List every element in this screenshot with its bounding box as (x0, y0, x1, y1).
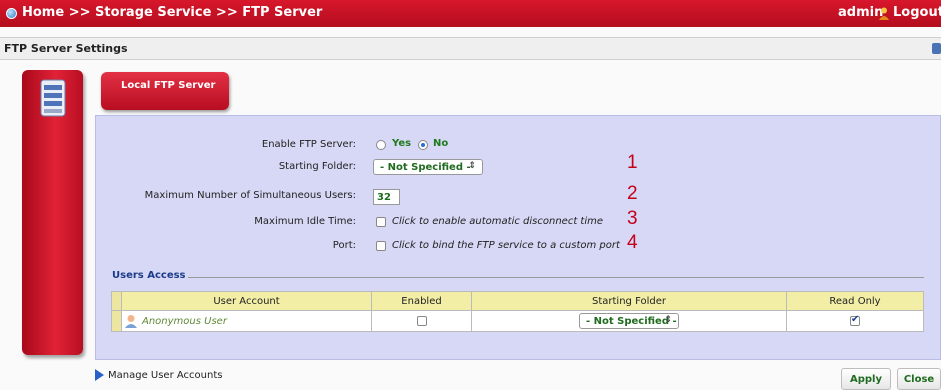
port-hint: Click to bind the FTP service to a custo… (392, 240, 620, 251)
table-header-row: User Account Enabled Starting Folder Rea… (111, 291, 924, 311)
starting-folder-select[interactable]: - Not Specified - ⇕ (373, 159, 483, 175)
users-table: User Account Enabled Starting Folder Rea… (111, 291, 924, 332)
section-bar: FTP Server Settings (0, 37, 941, 60)
close-button[interactable]: Close (897, 368, 941, 390)
select-arrows-icon: ⇕ (664, 315, 672, 325)
globe-icon (6, 8, 17, 19)
users-access-legend: Users Access (112, 270, 186, 281)
server-icon (40, 79, 66, 117)
play-arrow-icon (95, 369, 104, 381)
enabled-cell (371, 310, 472, 332)
apply-button[interactable]: Apply (841, 368, 891, 390)
column-header-user-account[interactable]: User Account (121, 291, 372, 311)
row-gripper (111, 291, 122, 311)
user-account-name: Anonymous User (142, 316, 227, 327)
user-icon (879, 7, 889, 20)
enable-yes-radio[interactable] (376, 140, 386, 150)
person-icon (125, 315, 137, 328)
max-users-input[interactable]: 32 (373, 189, 400, 205)
column-header-starting-folder[interactable]: Starting Folder (471, 291, 787, 311)
fieldset-line (188, 277, 924, 278)
enable-yes-label: Yes (392, 138, 412, 149)
port-checkbox[interactable] (376, 241, 386, 251)
manage-user-accounts-link[interactable]: Manage User Accounts (95, 369, 222, 381)
select-arrows-icon: ⇕ (468, 161, 476, 171)
starting-folder-cell: - Not Specified - ⇕ (471, 310, 787, 332)
breadcrumb[interactable]: Home >> Storage Service >> FTP Server (22, 5, 322, 20)
callout-1: 1 (627, 152, 638, 173)
row-gripper (111, 310, 122, 332)
page-title: FTP Server Settings (4, 42, 128, 55)
logout-link[interactable]: Logout (893, 5, 941, 20)
enable-ftp-label: Enable FTP Server: (261, 139, 356, 150)
callout-3: 3 (627, 208, 638, 229)
read-only-checkbox[interactable] (850, 314, 860, 326)
tab-label: Local FTP Server (121, 80, 216, 91)
read-only-cell (786, 310, 924, 332)
callout-4: 4 (627, 232, 638, 253)
table-row: Anonymous User - Not Specified - ⇕ (111, 310, 924, 332)
manage-label: Manage User Accounts (108, 370, 223, 381)
starting-folder-value: - Not Specified - (380, 162, 471, 173)
idle-time-label: Maximum Idle Time: (254, 216, 356, 227)
user-account-cell[interactable]: Anonymous User (121, 310, 372, 332)
top-bar: Home >> Storage Service >> FTP Server ad… (0, 0, 941, 27)
tab-local-ftp-server[interactable]: Local FTP Server (101, 72, 229, 110)
port-label: Port: (332, 240, 356, 251)
idle-time-hint: Click to enable automatic disconnect tim… (392, 216, 604, 227)
column-header-read-only[interactable]: Read Only (786, 291, 924, 311)
help-icon[interactable] (932, 43, 941, 54)
row-starting-folder-select[interactable]: - Not Specified - ⇕ (579, 313, 679, 329)
left-category-tab (22, 70, 83, 355)
row-starting-folder-value: - Not Specified - (586, 316, 677, 327)
starting-folder-label: Starting Folder: (278, 161, 356, 172)
enabled-checkbox[interactable] (416, 315, 427, 326)
callout-2: 2 (627, 183, 638, 204)
idle-time-checkbox[interactable] (376, 217, 386, 227)
column-header-enabled[interactable]: Enabled (371, 291, 472, 311)
enable-no-label: No (433, 138, 449, 149)
max-users-label: Maximum Number of Simultaneous Users: (144, 190, 356, 201)
current-user: admin (838, 5, 884, 20)
enable-no-radio[interactable] (418, 140, 428, 150)
